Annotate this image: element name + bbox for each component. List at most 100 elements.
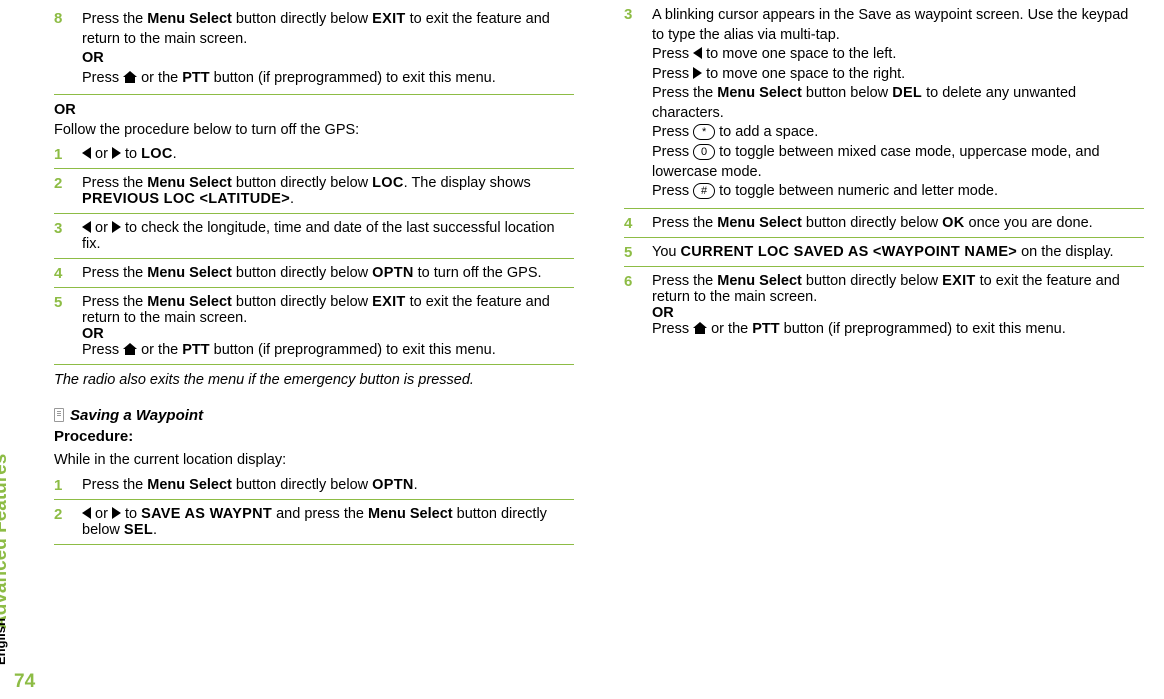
text: A blinking cursor appears in the Save as…: [652, 7, 1128, 43]
left-arrow-icon: [82, 147, 91, 159]
text: button directly below: [232, 11, 372, 27]
home-icon: [123, 71, 137, 83]
text: .: [153, 522, 157, 538]
step-number: 8: [54, 10, 62, 27]
left-arrow-icon: [693, 47, 702, 59]
text: You: [652, 244, 681, 260]
or-label: OR: [652, 305, 674, 321]
right-arrow-icon: [693, 67, 702, 79]
text: button directly below: [232, 294, 372, 310]
intro-text: While in the current location display:: [54, 451, 574, 471]
heading-text: Saving a Waypoint: [70, 407, 203, 424]
text: . The display shows: [404, 175, 531, 191]
text: Press: [652, 124, 693, 140]
text: or the: [137, 342, 182, 358]
text: or: [91, 220, 112, 236]
section-label: Advanced Features: [0, 454, 12, 629]
softkey-label: EXIT: [372, 294, 405, 310]
text: PTT: [182, 342, 209, 358]
text: on the display.: [1017, 244, 1113, 260]
text: Menu Select: [717, 85, 802, 101]
keycap-star: *: [693, 124, 715, 140]
text: to add a space.: [715, 124, 818, 140]
sidebar: Advanced Features English 74: [0, 0, 52, 699]
softkey-label: LOC: [141, 146, 173, 162]
display-text: CURRENT LOC SAVED AS <WAYPOINT NAME>: [681, 244, 1018, 260]
softkey-label: SEL: [124, 522, 153, 538]
or-block: OR Follow the procedure below to turn of…: [54, 101, 574, 140]
text: Press the: [652, 273, 717, 289]
text: to: [121, 146, 141, 162]
text: to move one space to the left.: [702, 46, 896, 62]
step-8: 8 Press the Menu Select button directly …: [54, 10, 574, 95]
home-icon: [693, 322, 707, 334]
keycap-hash: #: [693, 183, 715, 199]
softkey-label: OPTN: [372, 265, 413, 281]
text: to move one space to the right.: [702, 66, 905, 82]
step-2: 2 Press the Menu Select button directly …: [54, 175, 574, 214]
display-text: PREVIOUS LOC <LATITUDE>: [82, 191, 290, 207]
text: Press the: [82, 175, 147, 191]
step-number: 1: [54, 146, 62, 163]
text: Menu Select: [147, 175, 232, 191]
text: Press the: [82, 477, 147, 493]
step-r6: 6 Press the Menu Select button directly …: [624, 273, 1144, 337]
page-number: 74: [14, 671, 35, 693]
step-number: 4: [624, 215, 632, 232]
text: .: [414, 477, 418, 493]
text: Press the: [82, 11, 147, 27]
text: and press the: [272, 506, 368, 522]
softkey-label: EXIT: [372, 11, 405, 27]
text: .: [173, 146, 177, 162]
text: Press the: [652, 85, 717, 101]
text: Press the: [652, 215, 717, 231]
step-4: 4 Press the Menu Select button directly …: [54, 265, 574, 288]
or-label: OR: [82, 326, 104, 342]
softkey-label: OK: [942, 215, 964, 231]
step-number: 5: [54, 294, 62, 311]
step-1: 1 or to LOC.: [54, 146, 574, 169]
text: Menu Select: [147, 11, 232, 27]
text: Press: [82, 70, 123, 86]
softkey-label: OPTN: [372, 477, 413, 493]
text: to check the longitude, time and date of…: [82, 220, 555, 252]
text: Press the: [82, 294, 147, 310]
display-text: SAVE AS WAYPNT: [141, 506, 272, 522]
text: Follow the procedure below to turn off t…: [54, 122, 359, 138]
text: or: [91, 146, 112, 162]
text: Press: [652, 66, 693, 82]
text: button directly below: [802, 273, 942, 289]
text: once you are done.: [965, 215, 1093, 231]
text: Press: [652, 183, 693, 199]
text: to: [121, 506, 141, 522]
subheading: Saving a Waypoint: [54, 407, 574, 424]
note-text: The radio also exits the menu if the eme…: [54, 371, 574, 391]
softkey-label: DEL: [892, 85, 922, 101]
text: button directly below: [232, 175, 372, 191]
text: Menu Select: [147, 477, 232, 493]
step-r1: 1 Press the Menu Select button directly …: [54, 477, 574, 500]
text: button below: [802, 85, 892, 101]
left-arrow-icon: [82, 507, 91, 519]
text: Menu Select: [147, 265, 232, 281]
text: Press: [82, 342, 123, 358]
step-3: 3 or to check the longitude, time and da…: [54, 220, 574, 259]
left-arrow-icon: [82, 221, 91, 233]
right-arrow-icon: [112, 147, 121, 159]
step-number: 1: [54, 477, 62, 494]
keycap-zero: 0: [693, 144, 715, 160]
step-5: 5 Press the Menu Select button directly …: [54, 294, 574, 365]
procedure-label: Procedure:: [54, 428, 574, 445]
right-arrow-icon: [112, 507, 121, 519]
text: Menu Select: [717, 215, 802, 231]
step-r4: 4 Press the Menu Select button directly …: [624, 215, 1144, 238]
softkey-label: EXIT: [942, 273, 975, 289]
text: button directly below: [802, 215, 942, 231]
step-number: 3: [624, 6, 632, 23]
text: Press the: [82, 265, 147, 281]
page-content: 8 Press the Menu Select button directly …: [54, 0, 1144, 690]
step-r2: 2 or to SAVE AS WAYPNT and press the Men…: [54, 506, 574, 545]
text: or the: [707, 321, 752, 337]
step-number: 4: [54, 265, 62, 282]
text: button directly below: [232, 477, 372, 493]
